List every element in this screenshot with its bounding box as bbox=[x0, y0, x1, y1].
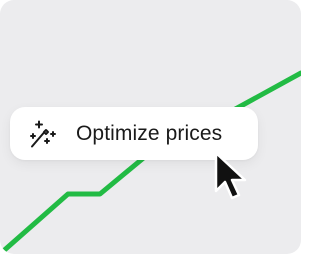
canvas: Optimize prices bbox=[0, 0, 301, 254]
optimize-prices-label: Optimize prices bbox=[76, 121, 223, 145]
magic-sparkles-icon bbox=[30, 120, 56, 147]
mouse-pointer-icon bbox=[214, 151, 247, 200]
trend-line-path bbox=[0, 70, 301, 254]
